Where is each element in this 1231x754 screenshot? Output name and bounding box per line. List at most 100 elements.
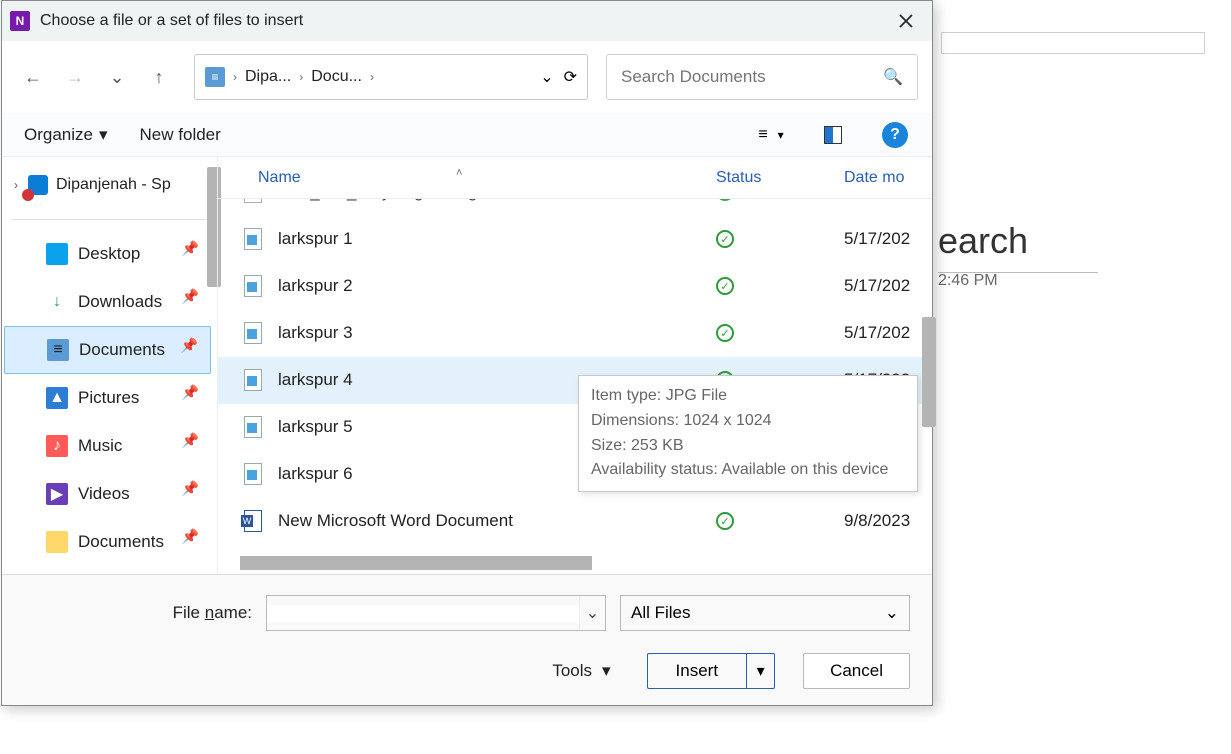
pin-icon[interactable]: 📌 bbox=[181, 337, 198, 354]
file-list-panel: Name˄ Status Date mo EXL_WP_Why Organizi… bbox=[217, 157, 932, 574]
pin-icon[interactable]: 📌 bbox=[182, 288, 199, 305]
tooltip-line-avail: Availability status: Available on this d… bbox=[591, 458, 905, 483]
pin-icon[interactable]: 📌 bbox=[182, 432, 199, 449]
filename-input-wrap[interactable]: ⌄ bbox=[266, 595, 606, 631]
cancel-button[interactable]: Cancel bbox=[803, 653, 910, 689]
chevron-right-icon[interactable]: › bbox=[233, 70, 237, 84]
file-status: ✓ bbox=[716, 199, 844, 201]
sidebar-item-documents[interactable]: ≡Documents📌 bbox=[4, 326, 211, 374]
file-date: 9/8/2023 bbox=[844, 511, 932, 531]
file-row[interactable]: larkspur 2✓5/17/202 bbox=[218, 263, 932, 310]
pin-icon[interactable]: 📌 bbox=[182, 240, 199, 257]
chevron-down-icon: ▾ bbox=[602, 661, 611, 681]
view-menu[interactable]: ≡ ▾ bbox=[756, 120, 786, 150]
dialog-titlebar: N Choose a file or a set of files to ins… bbox=[2, 1, 932, 41]
file-row[interactable]: New Microsoft Word Document✓ 9/8/2023 bbox=[218, 498, 932, 545]
folder-icon bbox=[46, 531, 68, 553]
chevron-right-icon[interactable]: › bbox=[299, 70, 303, 84]
sidebar-item-label: Desktop bbox=[78, 244, 140, 264]
file-name: EXL_WP_Why Organizing Your Data Is Criti… bbox=[278, 199, 716, 202]
file-type-icon bbox=[244, 275, 262, 297]
address-breadcrumb[interactable]: ≡ › Dipa... › Docu... › ⌄ ⟳ bbox=[194, 54, 588, 100]
page-date-fragment: 2:46 PM bbox=[938, 272, 998, 290]
available-status-icon: ✓ bbox=[716, 199, 734, 201]
download-icon: ↓ bbox=[46, 291, 68, 313]
close-button[interactable] bbox=[888, 3, 924, 39]
chevron-right-icon[interactable]: › bbox=[370, 70, 374, 84]
preview-pane-button[interactable] bbox=[818, 120, 848, 150]
pin-icon[interactable]: 📌 bbox=[182, 528, 199, 545]
back-button[interactable]: ← bbox=[16, 60, 50, 94]
onedrive-error-icon bbox=[28, 175, 48, 195]
file-name: New Microsoft Word Document bbox=[278, 511, 716, 531]
onedrive-node[interactable]: › Dipanjenah - Sp bbox=[2, 165, 217, 205]
sidebar-item-documents[interactable]: Documents 📌 bbox=[4, 518, 211, 566]
available-status-icon: ✓ bbox=[716, 512, 734, 530]
filename-input[interactable] bbox=[267, 605, 579, 622]
file-row[interactable]: larkspur 3✓5/17/202 bbox=[218, 310, 932, 357]
onenote-app-icon: N bbox=[10, 11, 30, 31]
file-type-icon bbox=[244, 228, 262, 250]
file-type-icon bbox=[244, 510, 262, 532]
filename-dropdown-button[interactable]: ⌄ bbox=[579, 596, 605, 630]
sidebar-item-pictures[interactable]: ▲ Pictures 📌 bbox=[4, 374, 211, 422]
file-date: 5/17/202 bbox=[844, 276, 932, 296]
forward-button[interactable]: → bbox=[58, 60, 92, 94]
file-status: ✓ bbox=[716, 512, 844, 531]
pin-icon[interactable]: 📌 bbox=[182, 384, 199, 401]
insert-dropdown-button[interactable]: ▾ bbox=[746, 654, 774, 688]
list-scrollbar[interactable] bbox=[922, 317, 936, 427]
sidebar-item-label: Videos bbox=[78, 484, 130, 504]
music-icon: ♪ bbox=[46, 435, 68, 457]
breadcrumb-item-1[interactable]: Dipa... bbox=[245, 68, 291, 86]
file-type-icon bbox=[244, 369, 262, 391]
available-status-icon: ✓ bbox=[716, 324, 734, 342]
filename-label: File name: bbox=[173, 603, 252, 623]
pictures-icon: ▲ bbox=[46, 387, 68, 409]
breadcrumb-item-2[interactable]: Docu... bbox=[311, 68, 362, 86]
new-folder-button[interactable]: New folder bbox=[140, 125, 221, 145]
sidebar-item-label: Downloads bbox=[78, 292, 162, 312]
pin-icon[interactable]: 📌 bbox=[182, 480, 199, 497]
column-headers: Name˄ Status Date mo bbox=[218, 157, 932, 199]
column-header-name[interactable]: Name˄ bbox=[218, 169, 716, 187]
sort-indicator-icon: ˄ bbox=[456, 167, 462, 179]
insert-button[interactable]: Insert bbox=[648, 654, 747, 688]
sidebar-item-label: Music bbox=[78, 436, 122, 456]
file-name: larkspur 1 bbox=[278, 229, 716, 249]
search-icon[interactable]: 🔍 bbox=[883, 67, 903, 87]
sidebar-item-downloads[interactable]: ↓ Downloads 📌 bbox=[4, 278, 211, 326]
column-header-date[interactable]: Date mo bbox=[844, 169, 932, 187]
tooltip-line-size: Size: 253 KB bbox=[591, 434, 905, 459]
list-hscrollbar-track[interactable] bbox=[218, 554, 932, 574]
videos-icon: ▶ bbox=[46, 483, 68, 505]
file-row[interactable]: larkspur 1✓5/17/202 bbox=[218, 216, 932, 263]
file-row[interactable]: EXL_WP_Why Organizing Your Data Is Criti… bbox=[218, 199, 932, 216]
column-header-status[interactable]: Status bbox=[716, 169, 844, 187]
search-box[interactable]: 🔍 bbox=[606, 54, 918, 100]
up-button[interactable]: ↑ bbox=[142, 60, 176, 94]
refresh-button[interactable]: ⟳ bbox=[564, 67, 577, 87]
sidebar-item-desktop[interactable]: Desktop 📌 bbox=[4, 230, 211, 278]
sidebar-item-label: Pictures bbox=[78, 388, 139, 408]
file-type-filter[interactable]: All Files ⌄ bbox=[620, 595, 910, 631]
sidebar-item-label: Documents bbox=[78, 532, 164, 552]
help-button[interactable]: ? bbox=[880, 120, 910, 150]
sidebar-item-music[interactable]: ♪ Music 📌 bbox=[4, 422, 211, 470]
search-input[interactable] bbox=[621, 67, 883, 87]
sidebar-item-videos[interactable]: ▶ Videos 📌 bbox=[4, 470, 211, 518]
recent-locations-button[interactable]: ⌄ bbox=[100, 60, 134, 94]
file-open-dialog: N Choose a file or a set of files to ins… bbox=[1, 0, 933, 706]
tools-menu[interactable]: Tools ▾ bbox=[552, 661, 610, 681]
list-hscrollbar-thumb[interactable] bbox=[240, 556, 592, 570]
close-icon bbox=[898, 13, 914, 29]
tooltip-line-type: Item type: JPG File bbox=[591, 384, 905, 409]
organize-menu[interactable]: Organize ▾ bbox=[24, 125, 108, 145]
filter-label: All Files bbox=[631, 603, 691, 623]
chevron-down-icon: ▾ bbox=[99, 125, 108, 145]
address-dropdown-button[interactable]: ⌄ bbox=[540, 67, 553, 87]
file-status: ✓ bbox=[716, 324, 844, 343]
available-status-icon: ✓ bbox=[716, 277, 734, 295]
file-date: 5/17/202 bbox=[844, 229, 932, 249]
help-icon: ? bbox=[882, 122, 908, 148]
